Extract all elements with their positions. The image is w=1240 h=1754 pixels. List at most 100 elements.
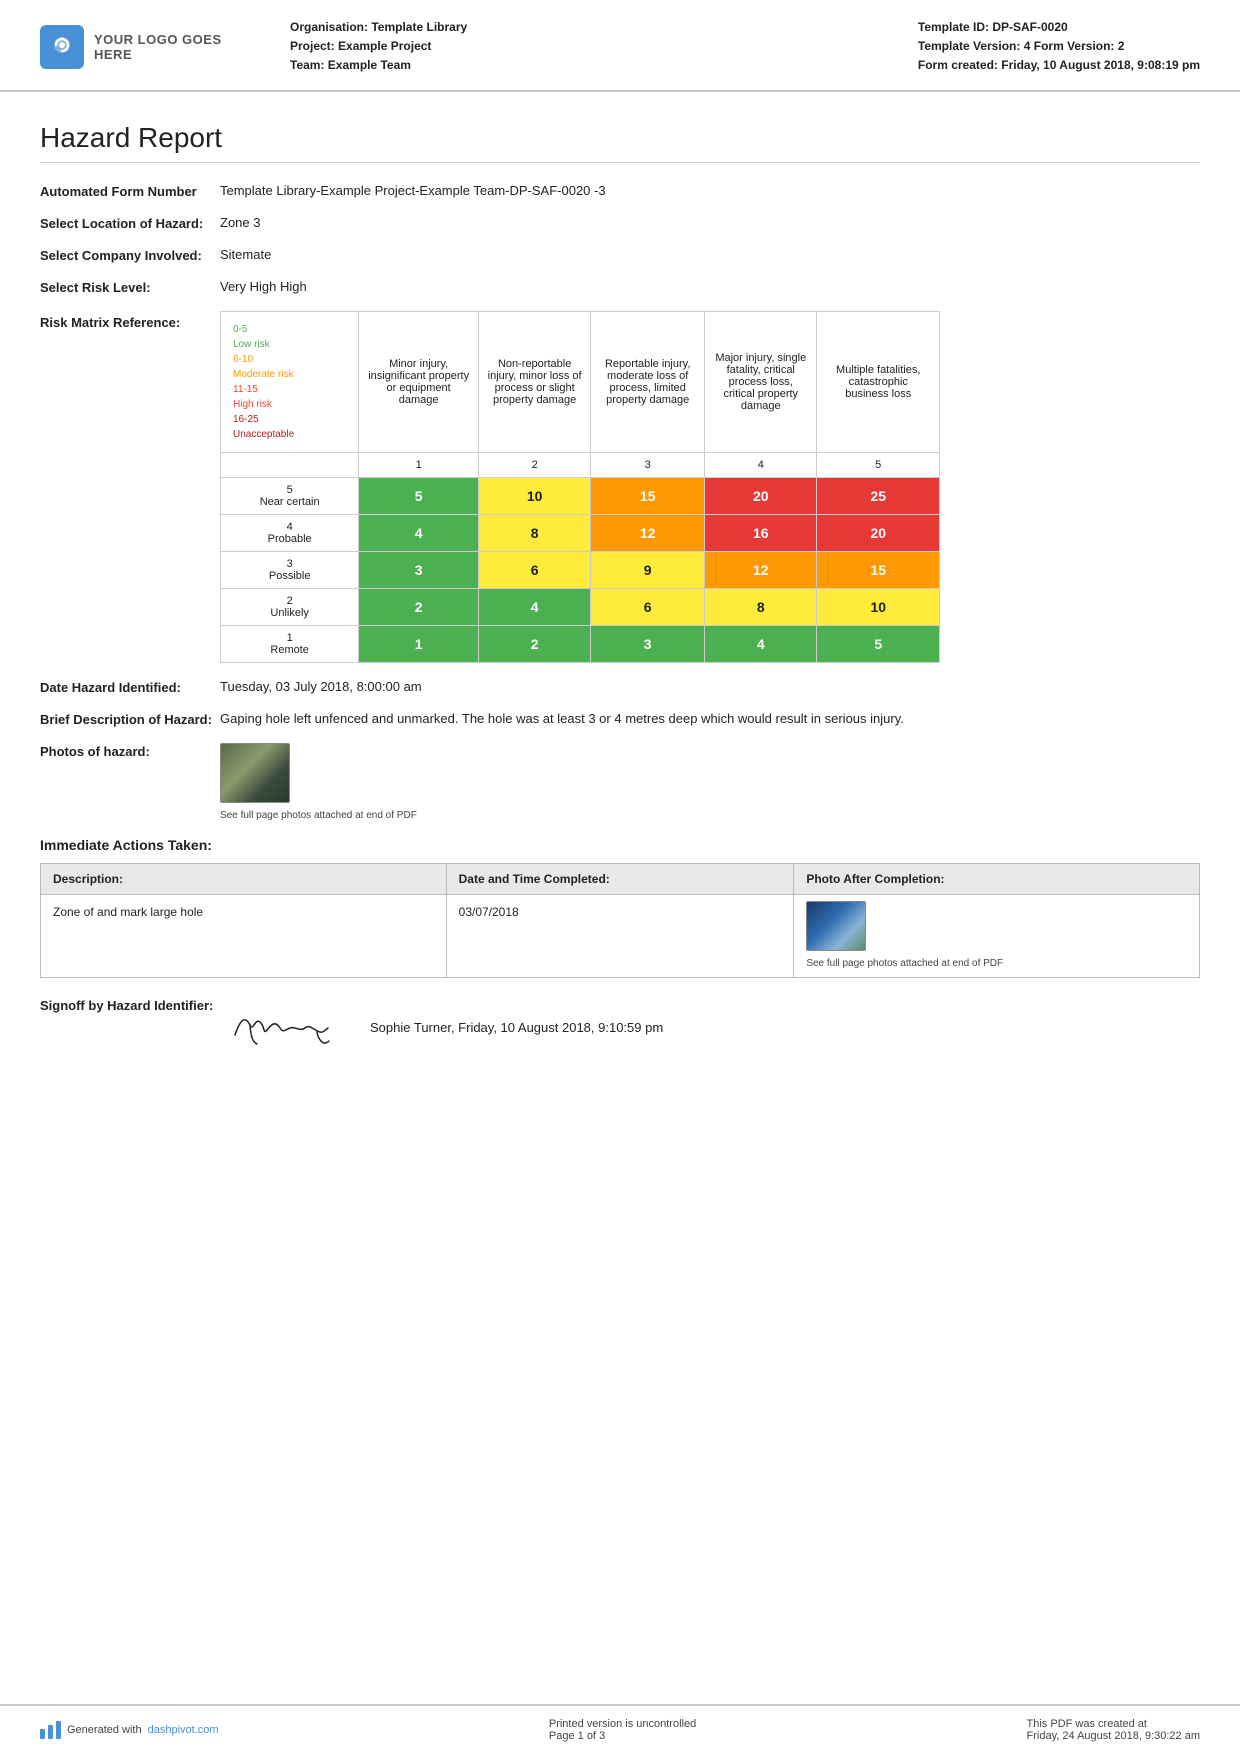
col-header-5: Multiple fatalities, catastrophic busine… — [817, 311, 940, 452]
page-total: 3 — [599, 1730, 605, 1742]
action-photo: See full page photos attached at end of … — [794, 894, 1200, 977]
risk-matrix-table: 0-5Low risk 6-10Moderate risk 11-15High … — [220, 311, 940, 663]
logo-box: YOUR LOGO GOES HERE — [40, 25, 260, 69]
cell-3-5: 15 — [817, 551, 940, 588]
footer-page: Page 1 of 3 — [549, 1730, 696, 1742]
cell-2-3: 6 — [591, 588, 705, 625]
team-line: Team: Example Team — [290, 56, 467, 75]
bar-2 — [48, 1725, 53, 1739]
photos-row: Photos of hazard: See full page photos a… — [40, 743, 1200, 821]
legend-moderate: 6-10Moderate risk — [233, 352, 346, 382]
photos-caption: See full page photos attached at end of … — [220, 810, 1200, 821]
risk-level-value: Very High High — [220, 279, 1200, 294]
signoff-content: Sophie Turner, Friday, 10 August 2018, 9… — [220, 998, 663, 1058]
location-value: Zone 3 — [220, 215, 1200, 230]
footer-generated-text: Generated with — [67, 1724, 142, 1736]
matrix-row-2: 2Unlikely 2 4 6 8 10 — [221, 588, 940, 625]
form-created-line: Form created: Friday, 10 August 2018, 9:… — [918, 56, 1200, 75]
hazard-photo-thumbnail — [220, 743, 290, 803]
legend-unacceptable: 16-25Unacceptable — [233, 412, 346, 442]
col-datetime: Date and Time Completed: — [446, 863, 794, 894]
photos-label: Photos of hazard: — [40, 743, 220, 759]
cell-3-3: 9 — [591, 551, 705, 588]
col-num-4: 4 — [705, 452, 817, 477]
footer-pdf-created-label: This PDF was created at — [1027, 1718, 1200, 1730]
row-label-5: 5Near certain — [221, 477, 359, 514]
table-row: Zone of and mark large hole 03/07/2018 S… — [41, 894, 1200, 977]
description-row: Brief Description of Hazard: Gaping hole… — [40, 711, 1200, 727]
page-label: Page — [549, 1730, 575, 1742]
col-num-1: 1 — [359, 452, 479, 477]
template-ver-value: 4 — [1024, 39, 1031, 53]
cell-4-1: 4 — [359, 514, 479, 551]
col-header-3: Reportable injury, moderate loss of proc… — [591, 311, 705, 452]
col-num-0 — [221, 452, 359, 477]
cell-2-4: 8 — [705, 588, 817, 625]
cell-2-2: 4 — [478, 588, 590, 625]
col-header-1: Minor injury, insignificant property or … — [359, 311, 479, 452]
footer-uncontrolled: Printed version is uncontrolled Page 1 o… — [549, 1718, 696, 1742]
risk-legend: 0-5Low risk 6-10Moderate risk 11-15High … — [229, 318, 350, 446]
row-label-3: 3Possible — [221, 551, 359, 588]
risk-matrix-label: Risk Matrix Reference: — [40, 311, 220, 330]
row-label-1: 1Remote — [221, 625, 359, 662]
header: YOUR LOGO GOES HERE Organisation: Templa… — [0, 0, 1240, 92]
header-meta: Organisation: Template Library Project: … — [260, 18, 1200, 76]
automated-form-value: Template Library-Example Project-Example… — [220, 183, 1200, 198]
action-description: Zone of and mark large hole — [41, 894, 447, 977]
date-row: Date Hazard Identified: Tuesday, 03 July… — [40, 679, 1200, 695]
footer-uncontrolled-text: Printed version is uncontrolled — [549, 1718, 696, 1730]
company-value: Sitemate — [220, 247, 1200, 262]
bar-3 — [56, 1721, 61, 1739]
header-meta-left: Organisation: Template Library Project: … — [290, 18, 467, 76]
cell-5-3: 15 — [591, 477, 705, 514]
signoff-label: Signoff by Hazard Identifier: — [40, 998, 220, 1013]
org-line: Organisation: Template Library — [290, 18, 467, 37]
footer: Generated with dashpivot.com Printed ver… — [0, 1704, 1240, 1754]
action-photo-thumbnail — [806, 901, 866, 951]
team-value: Example Team — [328, 58, 411, 72]
actions-table-header: Description: Date and Time Completed: Ph… — [41, 863, 1200, 894]
cell-3-4: 12 — [705, 551, 817, 588]
org-value: Template Library — [371, 20, 467, 34]
page-of: of — [587, 1730, 596, 1742]
cell-1-3: 3 — [591, 625, 705, 662]
automated-form-label: Automated Form Number — [40, 183, 220, 199]
actions-table: Description: Date and Time Completed: Ph… — [40, 863, 1200, 978]
col-num-2: 2 — [478, 452, 590, 477]
action-photo-caption: See full page photos attached at end of … — [806, 958, 1187, 969]
risk-level-label: Select Risk Level: — [40, 279, 220, 295]
page: YOUR LOGO GOES HERE Organisation: Templa… — [0, 0, 1240, 1754]
location-row: Select Location of Hazard: Zone 3 — [40, 215, 1200, 231]
project-line: Project: Example Project — [290, 37, 467, 56]
template-ver-line: Template Version: 4 Form Version: 2 — [918, 37, 1200, 56]
signoff-row: Signoff by Hazard Identifier: Sophie Tur… — [40, 998, 1200, 1058]
cell-1-4: 4 — [705, 625, 817, 662]
cell-2-1: 2 — [359, 588, 479, 625]
date-label: Date Hazard Identified: — [40, 679, 220, 695]
footer-pdf-created-value: Friday, 24 August 2018, 9:30:22 am — [1027, 1730, 1200, 1742]
dashpivot-link[interactable]: dashpivot.com — [148, 1724, 219, 1736]
cell-1-2: 2 — [478, 625, 590, 662]
form-ver-value: 2 — [1118, 39, 1125, 53]
col-description: Description: — [41, 863, 447, 894]
footer-logo-icon — [40, 1721, 61, 1739]
cell-4-2: 8 — [478, 514, 590, 551]
cell-2-5: 10 — [817, 588, 940, 625]
company-row: Select Company Involved: Sitemate — [40, 247, 1200, 263]
date-value: Tuesday, 03 July 2018, 8:00:00 am — [220, 679, 1200, 694]
cell-1-1: 1 — [359, 625, 479, 662]
automated-form-row: Automated Form Number Template Library-E… — [40, 183, 1200, 199]
col-num-5: 5 — [817, 452, 940, 477]
company-label: Select Company Involved: — [40, 247, 220, 263]
bar-1 — [40, 1729, 45, 1739]
risk-matrix-container: 0-5Low risk 6-10Moderate risk 11-15High … — [220, 311, 1200, 663]
template-id-value: DP-SAF-0020 — [992, 20, 1067, 34]
risk-level-row: Select Risk Level: Very High High — [40, 279, 1200, 295]
header-meta-right: Template ID: DP-SAF-0020 Template Versio… — [918, 18, 1200, 76]
description-value: Gaping hole left unfenced and unmarked. … — [220, 711, 1200, 726]
col-photo: Photo After Completion: — [794, 863, 1200, 894]
row-label-4: 4Probable — [221, 514, 359, 551]
main-content: Hazard Report Automated Form Number Temp… — [0, 92, 1240, 1704]
footer-pdf-created: This PDF was created at Friday, 24 Augus… — [1027, 1718, 1200, 1742]
